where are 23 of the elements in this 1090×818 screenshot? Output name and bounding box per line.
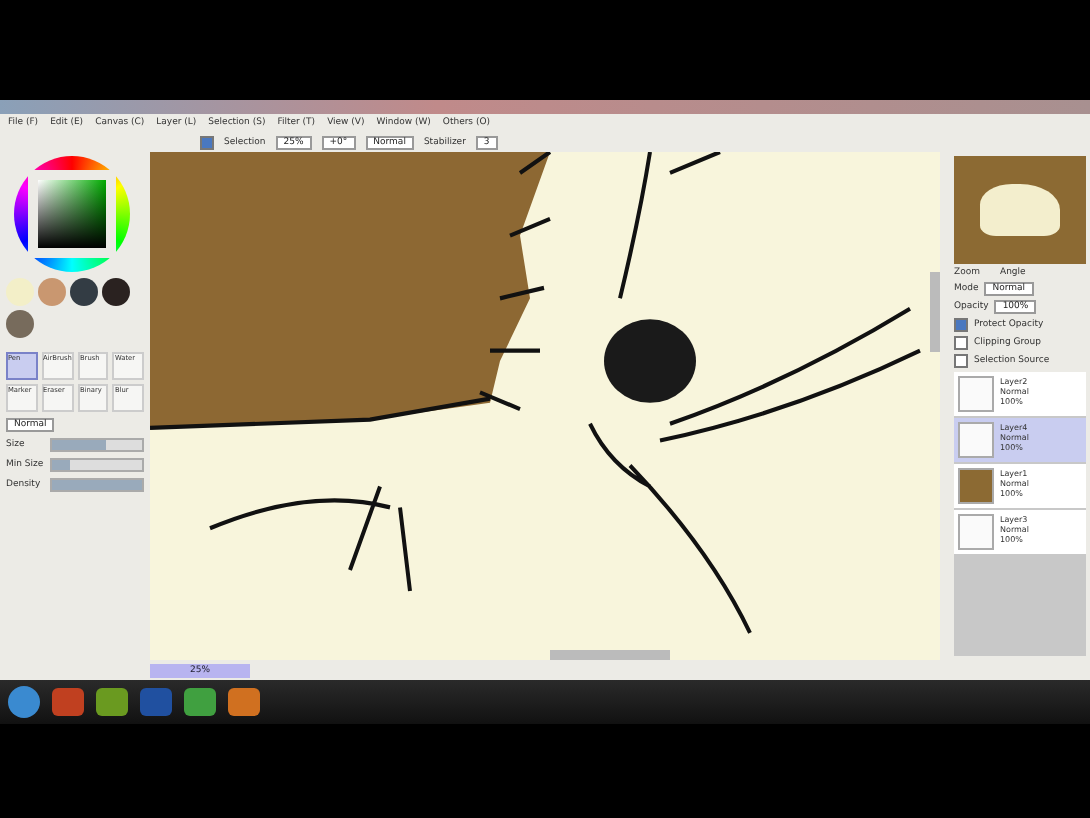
checkbox[interactable] — [954, 336, 968, 350]
taskbar-app-icon[interactable] — [228, 688, 260, 716]
color-swatch[interactable] — [38, 278, 66, 306]
taskbar-app-icon[interactable] — [140, 688, 172, 716]
checkbox[interactable] — [954, 354, 968, 368]
layer-thumbnail — [958, 514, 994, 550]
checkbox[interactable] — [954, 318, 968, 332]
horizontal-scrollbar[interactable] — [550, 650, 670, 660]
color-swatch[interactable] — [70, 278, 98, 306]
start-icon[interactable] — [8, 686, 40, 718]
color-swatch[interactable] — [102, 278, 130, 306]
slider-track[interactable] — [50, 438, 144, 452]
taskbar-app-icon[interactable] — [52, 688, 84, 716]
color-swatch[interactable] — [6, 310, 34, 338]
slider-track[interactable] — [50, 458, 144, 472]
checkbox[interactable] — [200, 135, 214, 149]
layer-thumbnail — [958, 422, 994, 458]
taskbar-app-icon[interactable] — [96, 688, 128, 716]
layer-thumbnail — [958, 376, 994, 412]
taskbar-app-icon[interactable] — [184, 688, 216, 716]
color-swatch[interactable] — [6, 278, 34, 306]
layer-thumbnail — [958, 468, 994, 504]
vertical-scrollbar[interactable] — [930, 272, 940, 352]
